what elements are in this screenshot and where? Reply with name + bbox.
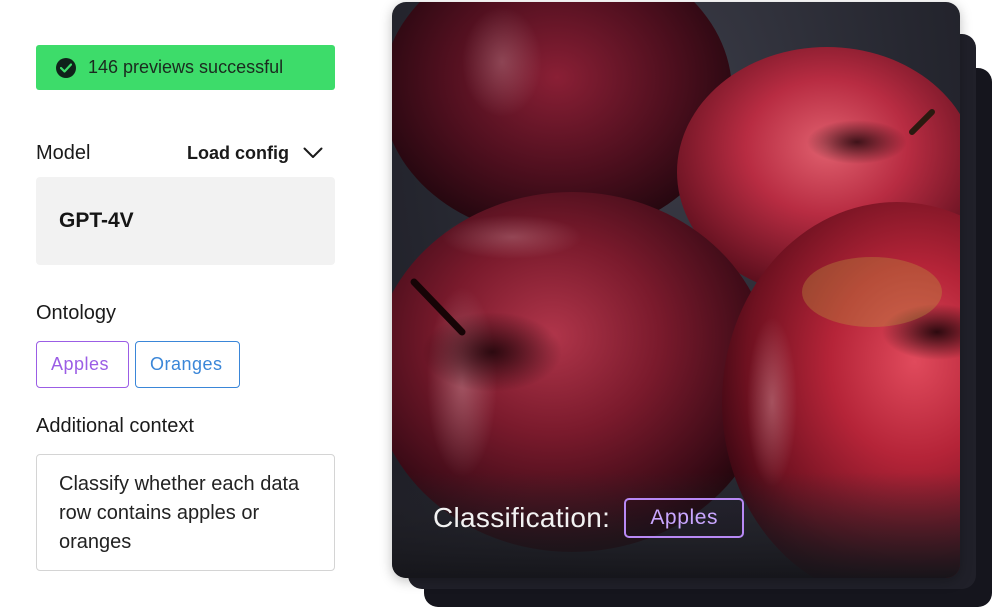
labeling-preview-page: 146 previews successful Model Load confi… — [0, 0, 992, 616]
additional-context-label: Additional context — [36, 415, 194, 437]
success-banner: 146 previews successful — [36, 45, 335, 90]
chevron-down-icon — [303, 147, 323, 158]
model-header: Model Load config — [36, 140, 335, 166]
success-banner-text: 146 previews successful — [88, 57, 284, 77]
load-config-dropdown[interactable]: Load config — [187, 143, 323, 164]
apples-photo — [392, 2, 960, 578]
classification-chip-apples: Apples — [624, 498, 745, 538]
additional-context-textarea[interactable]: Classify whether each data row contains … — [36, 454, 335, 571]
ontology-chips: Apples Oranges — [36, 341, 240, 388]
ontology-label: Ontology — [36, 302, 117, 324]
preview-image-card — [392, 2, 960, 578]
classification-result: Classification: Apples — [433, 498, 745, 538]
model-selector[interactable]: GPT-4V — [36, 177, 335, 265]
model-value: GPT-4V — [59, 209, 134, 232]
load-config-label: Load config — [187, 142, 289, 163]
classification-label: Classification: — [433, 502, 611, 533]
ontology-chip-oranges[interactable]: Oranges — [135, 341, 240, 388]
model-label: Model — [36, 141, 91, 164]
check-circle-icon — [56, 57, 76, 78]
ontology-chip-apples[interactable]: Apples — [36, 341, 129, 388]
